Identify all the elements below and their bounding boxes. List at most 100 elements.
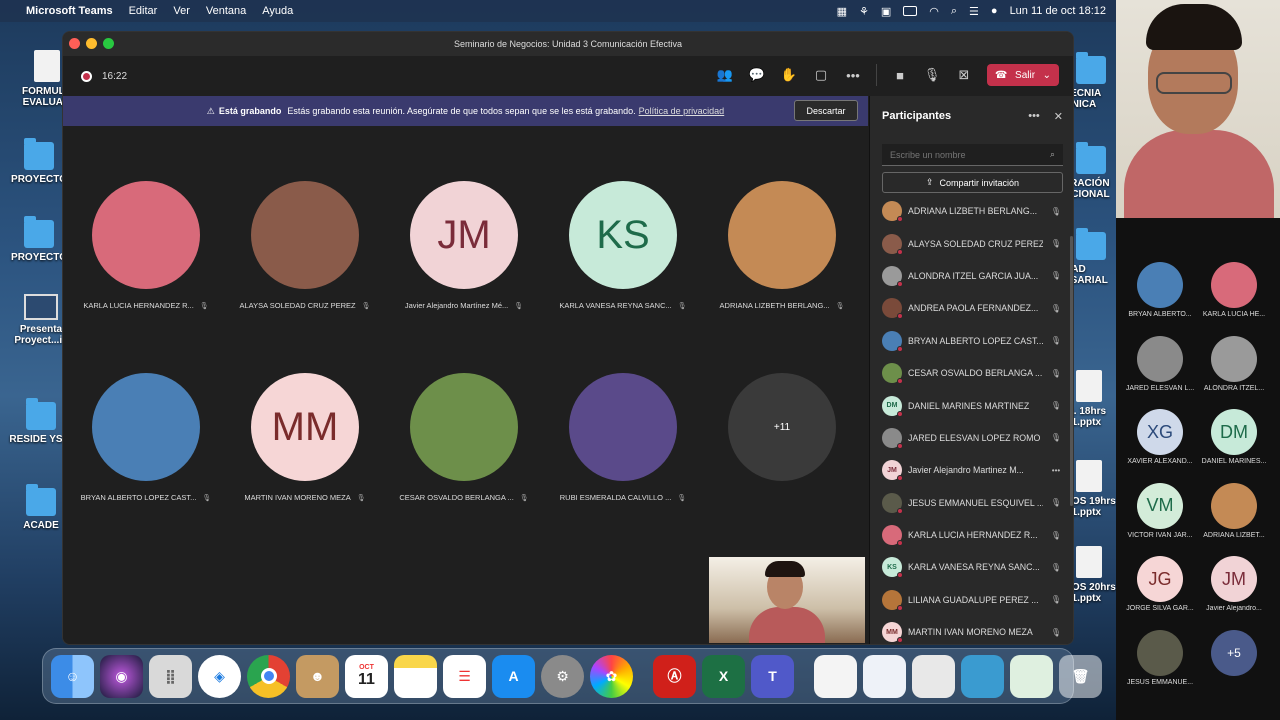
- battery-icon[interactable]: [903, 6, 918, 16]
- participant-name-text: KARLA LUCIA HERNANDEZ R...: [83, 301, 194, 310]
- rooms-icon[interactable]: ▢: [812, 66, 830, 84]
- chevron-down-icon[interactable]: ⌄: [1043, 70, 1051, 81]
- menu-view[interactable]: Ver: [173, 5, 190, 17]
- participant-tile[interactable]: JM Javier Alejandro Martínez Mé... 🎙: [384, 181, 544, 310]
- participant-tile[interactable]: BRYAN ALBERTO LOPEZ CAST... 🎙: [66, 373, 226, 502]
- participant-row[interactable]: KS KARLA VANESA REYNA SANC... 🎙: [870, 551, 1073, 583]
- reactions-icon[interactable]: ✋: [780, 66, 798, 84]
- status-icon[interactable]: ▣: [881, 5, 891, 18]
- participant-row[interactable]: BRYAN ALBERTO LOPEZ CAST... 🎙: [870, 325, 1073, 357]
- contacts-icon[interactable]: ☻: [296, 654, 339, 698]
- camera-icon[interactable]: ■: [891, 66, 909, 84]
- menu-window[interactable]: Ventana: [206, 5, 246, 17]
- wifi-icon[interactable]: ◠: [929, 5, 939, 18]
- sidebar-participant[interactable]: BRYAN ALBERTO...: [1120, 262, 1200, 318]
- participant-row[interactable]: KARLA LUCIA HERNANDEZ R... 🎙: [870, 519, 1073, 551]
- participant-row[interactable]: MM MARTIN IVAN MORENO MEZA 🎙: [870, 616, 1073, 644]
- sidebar-participant[interactable]: JARED ELESVAN L...: [1120, 335, 1200, 392]
- sidebar-participant[interactable]: +5: [1194, 629, 1274, 676]
- sidebar-participant[interactable]: VM VICTOR IVAN JAR...: [1120, 482, 1200, 539]
- menu-help[interactable]: Ayuda: [262, 5, 293, 17]
- siri-icon[interactable]: ●: [991, 5, 998, 17]
- more-icon[interactable]: •••: [844, 66, 862, 84]
- status-icon[interactable]: ⚘: [859, 5, 869, 18]
- sidebar-participant[interactable]: JESUS EMMANUE...: [1120, 629, 1200, 686]
- banner-heading: Está grabando: [218, 106, 282, 116]
- participant-avatar: [882, 589, 903, 611]
- participant-tile[interactable]: CESAR OSVALDO BERLANGA ... 🎙: [384, 373, 544, 502]
- window-thumbnail[interactable]: [1010, 654, 1053, 698]
- search-icon[interactable]: ⌕: [951, 5, 957, 18]
- sidebar-participant[interactable]: XG XAVIER ALEXAND...: [1120, 409, 1200, 465]
- participant-row[interactable]: ALAYSA SOLEDAD CRUZ PEREZ 🎙: [870, 227, 1073, 259]
- participant-row[interactable]: ANDREA PAOLA FERNANDEZ... 🎙: [870, 292, 1073, 324]
- reminders-icon[interactable]: ☰: [443, 654, 486, 698]
- photos-icon[interactable]: ✿: [590, 654, 633, 698]
- participant-tile[interactable]: KS KARLA VANESA REYNA SANC... 🎙: [543, 181, 703, 310]
- window-thumbnail[interactable]: [912, 654, 955, 698]
- share-invite-button[interactable]: ⇪ Compartir invitación: [882, 172, 1063, 193]
- more-icon[interactable]: •••: [1028, 110, 1040, 123]
- control-center-icon[interactable]: ☰: [969, 5, 979, 18]
- launchpad-icon[interactable]: ⣿: [149, 654, 192, 698]
- siri-icon[interactable]: ◉: [100, 654, 143, 698]
- participant-tile[interactable]: KARLA LUCIA HERNANDEZ R... 🎙: [66, 181, 226, 310]
- system-preferences-icon[interactable]: ⚙: [541, 654, 584, 698]
- status-icon[interactable]: ▦: [837, 5, 847, 18]
- window-thumbnail[interactable]: [863, 654, 906, 698]
- trash-icon[interactable]: 🗑: [1059, 654, 1102, 698]
- participant-tile[interactable]: RUBI ESMERALDA CALVILLO ... 🎙: [543, 373, 703, 502]
- sidebar-participant[interactable]: ADRIANA LIZBET...: [1194, 482, 1274, 539]
- participant-avatar: XG: [1137, 409, 1183, 455]
- sidebar-participant[interactable]: KARLA LUCIA HE...: [1194, 262, 1274, 318]
- participant-tile[interactable]: MM MARTIN IVAN MORENO MEZA 🎙: [225, 373, 385, 502]
- privacy-link[interactable]: Política de privacidad: [639, 106, 725, 116]
- participant-row[interactable]: ALONDRA ITZEL GARCIA JUA... 🎙: [870, 260, 1073, 292]
- acrobat-icon[interactable]: Ⓐ: [653, 654, 696, 698]
- participant-row[interactable]: JM Javier Alejandro Martinez M... •••: [870, 454, 1073, 486]
- sidebar-participant[interactable]: JM Javier Alejandro...: [1194, 556, 1274, 612]
- chat-icon[interactable]: 💬: [748, 66, 766, 84]
- participant-row[interactable]: DM DANIEL MARINES MARTINEZ 🎙: [870, 389, 1073, 421]
- participant-row[interactable]: ADRIANA LIZBETH BERLANG... 🎙: [870, 195, 1073, 227]
- participant-row[interactable]: CESAR OSVALDO BERLANGA ... 🎙: [870, 357, 1073, 389]
- app-menu[interactable]: Microsoft Teams: [26, 5, 113, 17]
- close-icon[interactable]: ✕: [1054, 110, 1063, 123]
- menu-edit[interactable]: Editar: [129, 5, 158, 17]
- window-thumbnail[interactable]: [814, 654, 857, 698]
- more-options-icon[interactable]: •••: [1049, 466, 1063, 475]
- close-window-button[interactable]: [69, 38, 80, 49]
- search-icon[interactable]: ⌕: [1050, 149, 1055, 160]
- presence-dot: [897, 216, 903, 223]
- dismiss-button[interactable]: Descartar: [794, 100, 858, 121]
- participant-tile[interactable]: ADRIANA LIZBETH BERLANG... 🎙: [702, 181, 862, 310]
- participant-tile[interactable]: +11: [702, 373, 862, 481]
- scrollbar[interactable]: [1070, 236, 1073, 506]
- safari-icon[interactable]: ◈: [198, 654, 241, 698]
- share-screen-icon[interactable]: ⊠: [955, 66, 973, 84]
- clock[interactable]: Lun 11 de oct 18:12: [1010, 5, 1106, 17]
- finder-icon[interactable]: ☺: [51, 654, 94, 698]
- notes-icon[interactable]: [394, 654, 437, 698]
- participants-icon[interactable]: 👥: [716, 66, 734, 84]
- zoom-window-button[interactable]: [103, 38, 114, 49]
- participant-row[interactable]: LILIANA GUADALUPE PEREZ ... 🎙: [870, 584, 1073, 616]
- microphone-icon[interactable]: 🎙: [923, 66, 941, 84]
- teams-icon[interactable]: T: [751, 654, 794, 698]
- search-input[interactable]: [890, 149, 1050, 160]
- warning-icon: ⚠: [206, 105, 215, 116]
- sidebar-participant[interactable]: DM DANIEL MARINES...: [1194, 409, 1274, 465]
- excel-icon[interactable]: X: [702, 654, 745, 698]
- calendar-icon[interactable]: OCT 11: [345, 654, 388, 698]
- minimize-window-button[interactable]: [86, 38, 97, 49]
- window-thumbnail[interactable]: [961, 654, 1004, 698]
- self-video[interactable]: [709, 557, 865, 643]
- participant-tile[interactable]: ALAYSA SOLEDAD CRUZ PEREZ 🎙: [225, 181, 385, 310]
- app-store-icon[interactable]: A: [492, 654, 535, 698]
- sidebar-participant[interactable]: ALONDRA ITZEL...: [1194, 335, 1274, 392]
- participant-row[interactable]: JARED ELESVAN LOPEZ ROMO 🎙: [870, 422, 1073, 454]
- participant-row[interactable]: JESUS EMMANUEL ESQUIVEL ... 🎙: [870, 487, 1073, 519]
- sidebar-participant[interactable]: JG JORGE SILVA GAR...: [1120, 556, 1200, 612]
- chrome-icon[interactable]: [247, 654, 290, 698]
- leave-button[interactable]: ☎ Salir ⌄: [987, 64, 1059, 86]
